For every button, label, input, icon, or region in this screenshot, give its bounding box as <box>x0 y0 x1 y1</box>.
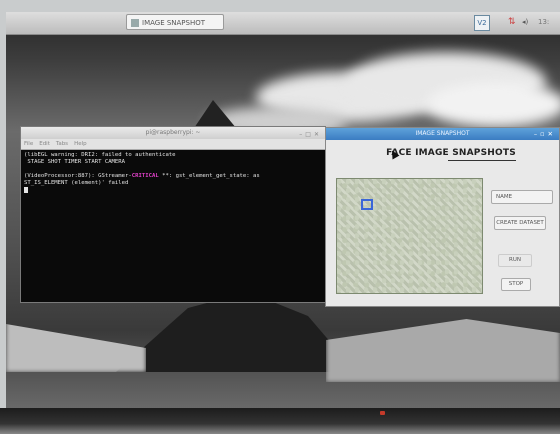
image-snapshot-window[interactable]: IMAGE SNAPSHOT –▫✕ FACE IMAGE SNAPSHOTS … <box>325 127 560 307</box>
stop-button[interactable]: STOP <box>501 278 531 291</box>
menu-edit[interactable]: Edit <box>39 141 50 147</box>
name-input[interactable]: NAME <box>491 190 553 204</box>
taskbar-task-label: IMAGE SNAPSHOT <box>142 19 206 27</box>
face-detection-box <box>361 199 373 210</box>
terminal-titlebar[interactable]: pi@raspberrypi: ~ –□✕ <box>21 127 325 139</box>
run-button[interactable]: RUN <box>498 254 532 267</box>
window-controls[interactable]: –▫✕ <box>534 128 556 140</box>
power-led <box>380 411 385 415</box>
network-icon[interactable] <box>508 15 518 29</box>
terminal-line: STAGE SHOT TIMER START CAMERA <box>24 159 126 165</box>
app-icon <box>131 19 139 27</box>
terminal-output[interactable]: (libEGL warning: DRI2: failed to authent… <box>21 150 325 197</box>
monitor-bezel <box>0 408 560 434</box>
taskbar: IMAGE SNAPSHOT V2 13: <box>6 12 560 35</box>
menu-help[interactable]: Help <box>74 141 87 147</box>
terminal-menubar: File Edit Tabs Help <box>21 139 325 150</box>
create-dataset-button[interactable]: CREATE DATASET <box>494 216 546 230</box>
window-controls[interactable]: –□✕ <box>299 129 322 141</box>
app-title: IMAGE SNAPSHOT <box>415 130 470 137</box>
app-heading: FACE IMAGE SNAPSHOTS <box>386 148 516 158</box>
photographed-monitor: IMAGE SNAPSHOT V2 13: pi@raspberrypi: ~ … <box>0 0 560 434</box>
critical-label: CRITICAL <box>131 173 159 179</box>
menu-tabs[interactable]: Tabs <box>56 141 68 147</box>
volume-icon[interactable] <box>522 15 532 29</box>
terminal-prompt <box>24 187 322 195</box>
menu-file[interactable]: File <box>24 141 33 147</box>
desktop-screen: IMAGE SNAPSHOT V2 13: pi@raspberrypi: ~ … <box>6 12 560 410</box>
app-titlebar[interactable]: IMAGE SNAPSHOT –▫✕ <box>326 128 559 140</box>
clock[interactable]: 13: <box>538 15 560 29</box>
terminal-window[interactable]: pi@raspberrypi: ~ –□✕ File Edit Tabs Help (… <box>20 126 326 303</box>
terminal-line: ST_IS_ELEMENT (element)' failed <box>24 180 129 186</box>
camera-preview <box>336 178 483 294</box>
text-cursor <box>24 187 28 193</box>
terminal-line: (libEGL warning: DRI2: failed to authent… <box>24 152 176 158</box>
taskbar-task-image-snapshot[interactable]: IMAGE SNAPSHOT <box>126 14 224 30</box>
vnc-tray-icon[interactable]: V2 <box>474 15 490 31</box>
heading-underline <box>448 160 516 161</box>
terminal-title: pi@raspberrypi: ~ <box>145 129 201 136</box>
terminal-line: (VideoProcessor:887): GStreamer-CRITICAL… <box>24 173 260 179</box>
